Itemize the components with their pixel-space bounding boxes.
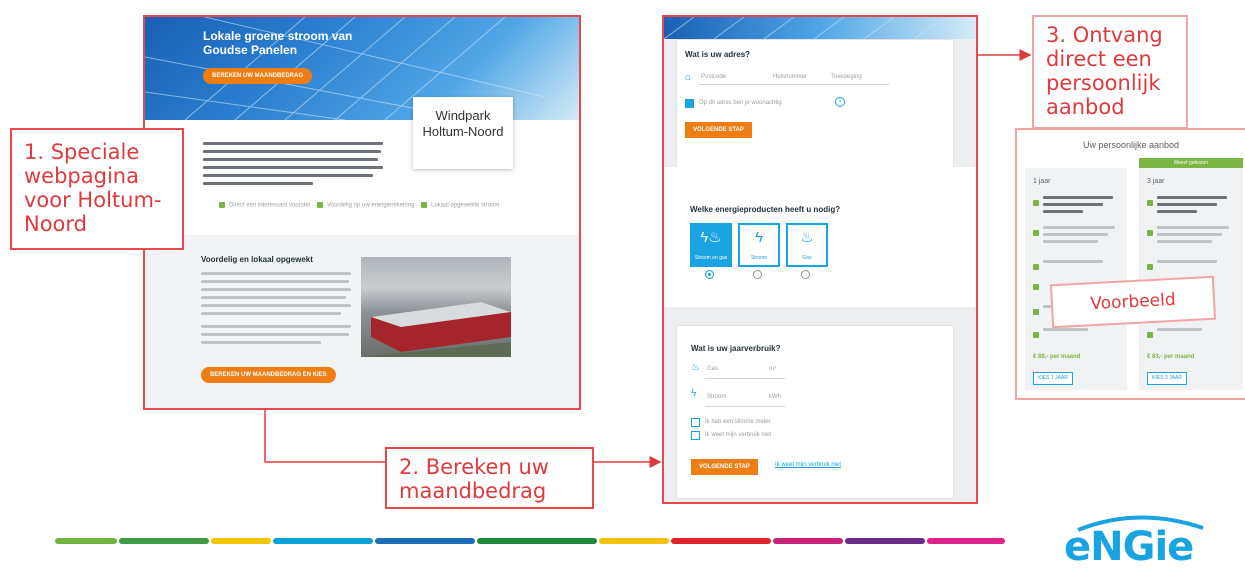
bullet-item: Voordelig op uw energierekening (317, 202, 414, 209)
next-step-button-1[interactable]: VOLGENDE STAP (685, 122, 752, 138)
housenumber-field[interactable]: Huisnummer (773, 74, 807, 80)
header-strip (664, 17, 976, 40)
power-unit: kWh (769, 394, 781, 400)
usage-help-link[interactable]: Ik weet mijn verbruik niet (775, 462, 841, 468)
address-question: Wat is uw adres? (685, 50, 751, 59)
radio-gas[interactable] (801, 270, 810, 279)
step2-box: 2. Bereken uw maandbedrag (385, 447, 594, 509)
voorbeeld-stamp: Voorbeeld (1049, 275, 1217, 329)
step2-label: 2. Bereken uw maandbedrag (399, 455, 549, 503)
unknown-usage-label: Ik weet mijn verbruik niet (705, 432, 772, 438)
bolt-icon: ϟ (691, 388, 697, 399)
info-icon[interactable]: i (835, 97, 845, 107)
hero-title: Lokale groene stroom van Goudse Panelen (203, 29, 353, 57)
unknown-usage-checkbox[interactable] (691, 431, 700, 440)
bullet-item: Direct een interessant voorstel (219, 202, 310, 209)
product-option-stroom[interactable]: ϟ Stroom (738, 223, 780, 267)
col1-price: € 89,- per maand (1033, 354, 1081, 360)
choose-1yr-button[interactable]: KIES 1 JAAR (1033, 372, 1073, 385)
col1-header: 1 jaar (1033, 178, 1051, 185)
product-option-gas[interactable]: ♨ Gas (786, 223, 828, 267)
address-panel: Wat is uw adres? ⌂ Postcode Huisnummer T… (676, 39, 954, 169)
recommended-badge: Meest gekozen (1139, 158, 1243, 168)
building-photo (361, 257, 511, 357)
hero-banner: Lokale groene stroom van Goudse Panelen … (145, 17, 579, 120)
products-panel: Welke energieproducten heeft u nodig? ϟ♨… (664, 167, 976, 307)
check-icon (219, 202, 225, 208)
step1-box: 1. Speciale webpagina voor Holtum-Noord (10, 128, 184, 250)
usage-panel: Wat is uw jaarverbruik? ♨ Gas m³ ϟ Stroo… (676, 325, 954, 499)
smart-meter-label: Ik heb een slimme meter (705, 419, 771, 425)
step3-label: 3. Ontvang direct een persoonlijk aanbod (1046, 23, 1163, 119)
postcode-field[interactable]: Postcode (701, 74, 726, 80)
section-cta-button[interactable]: BEREKEN UW MAANDBEDRAG EN KIES (201, 367, 336, 383)
choose-3yr-button[interactable]: KIES 3 JAAR (1147, 372, 1187, 385)
windpark-card: Windpark Holtum-Noord (413, 97, 513, 169)
gas-input[interactable]: Gas (707, 366, 718, 372)
addition-field[interactable]: Toevoeging (831, 74, 862, 80)
gas-unit: m³ (769, 366, 776, 372)
home-icon: ⌂ (685, 72, 692, 83)
form-screenshot: Wat is uw adres? ⌂ Postcode Huisnummer T… (662, 15, 978, 504)
bolt-flame-icon: ϟ♨ (700, 229, 722, 246)
webpage-screenshot: Lokale groene stroom van Goudse Panelen … (143, 15, 581, 410)
bolt-icon: ϟ (755, 229, 763, 246)
check-icon (421, 202, 427, 208)
flame-icon: ♨ (800, 229, 814, 246)
address-check-label: Op dit adres ben je woonachtig (699, 100, 782, 106)
offer-column-1yr: 1 jaar € 89,- per maand KIES 1 JAAR (1025, 168, 1127, 390)
offer-title: Uw persoonlijke aanbod (1082, 140, 1180, 150)
smart-meter-checkbox[interactable] (691, 418, 700, 427)
engie-logo: eNGie (1058, 508, 1228, 570)
radio-stroom[interactable] (753, 270, 762, 279)
check-icon (317, 202, 323, 208)
flame-icon: ♨ (691, 362, 700, 373)
offer-screenshot: Uw persoonlijke aanbod Meest gekozen 1 j… (1015, 128, 1245, 400)
next-step-button-2[interactable]: VOLGENDE STAP (691, 459, 758, 475)
section-title: Voordelig en lokaal opgewekt (201, 255, 313, 264)
power-input[interactable]: Stroom (707, 394, 726, 400)
usage-question: Wat is uw jaarverbruik? (691, 344, 781, 353)
radio-stroom-gas[interactable] (705, 270, 714, 279)
products-question: Welke energieproducten heeft u nodig? (690, 205, 841, 214)
address-checkbox[interactable] (685, 99, 694, 108)
step3-box: 3. Ontvang direct een persoonlijk aanbod (1032, 15, 1188, 129)
engie-logo-text: eNGie (1064, 524, 1194, 570)
bullet-item: Lokaal opgewekte stroom (421, 202, 499, 209)
hero-cta-button[interactable]: BEREKEN UW MAANDBEDRAG (203, 68, 312, 84)
col2-header: 3 jaar (1147, 178, 1165, 185)
col2-price: € 83,- per maand (1147, 354, 1195, 360)
intro-text (203, 142, 383, 145)
product-option-stroom-gas[interactable]: ϟ♨ Stroom en gas (690, 223, 732, 267)
step1-label: 1. Speciale webpagina voor Holtum-Noord (24, 140, 162, 236)
